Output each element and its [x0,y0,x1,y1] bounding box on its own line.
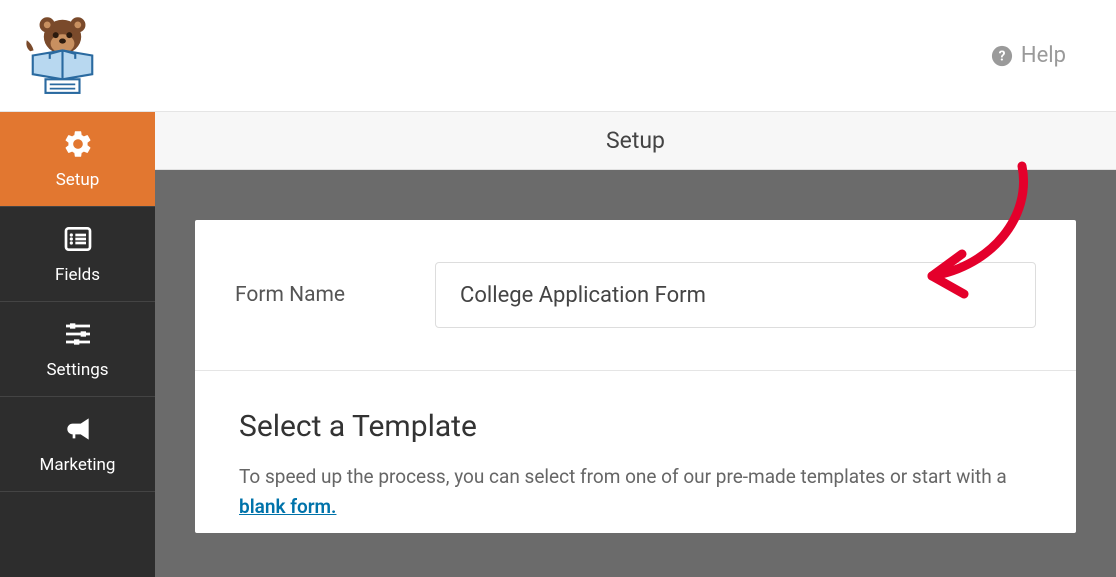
top-header: ? Help [0,0,1116,112]
form-name-input[interactable] [435,262,1036,328]
help-label: Help [1021,43,1066,68]
sidebar-item-marketing[interactable]: Marketing [0,397,155,492]
form-name-row: Form Name [195,220,1076,371]
main-area: Setup Fields Settings [0,112,1116,577]
gear-icon [62,128,94,160]
blank-form-link[interactable]: blank form. [239,495,336,518]
sidebar-item-setup[interactable]: Setup [0,112,155,207]
bullhorn-icon [62,413,94,445]
content: Setup Form Name Select a Template To spe… [155,112,1116,577]
sliders-icon [62,318,94,350]
sidebar-label-setup: Setup [56,170,100,190]
template-desc-text: To speed up the process, you can select … [239,465,1007,488]
template-description: To speed up the process, you can select … [239,462,1032,523]
brand-logo [20,13,105,98]
form-name-label: Form Name [235,283,435,307]
content-header: Setup [155,112,1116,170]
sidebar-label-fields: Fields [55,265,100,285]
help-link[interactable]: ? Help [991,43,1066,68]
svg-text:?: ? [999,48,1006,64]
help-icon: ? [991,45,1013,67]
template-section: Select a Template To speed up the proces… [195,371,1076,533]
template-heading: Select a Template [239,409,1032,444]
sidebar: Setup Fields Settings [0,112,155,577]
form-panel: Form Name Select a Template To speed up … [195,220,1076,533]
list-icon [62,223,94,255]
sidebar-item-settings[interactable]: Settings [0,302,155,397]
sidebar-label-marketing: Marketing [40,455,116,475]
page-title: Setup [606,127,665,154]
content-body: Form Name Select a Template To speed up … [155,170,1116,577]
sidebar-label-settings: Settings [46,360,108,380]
sidebar-item-fields[interactable]: Fields [0,207,155,302]
